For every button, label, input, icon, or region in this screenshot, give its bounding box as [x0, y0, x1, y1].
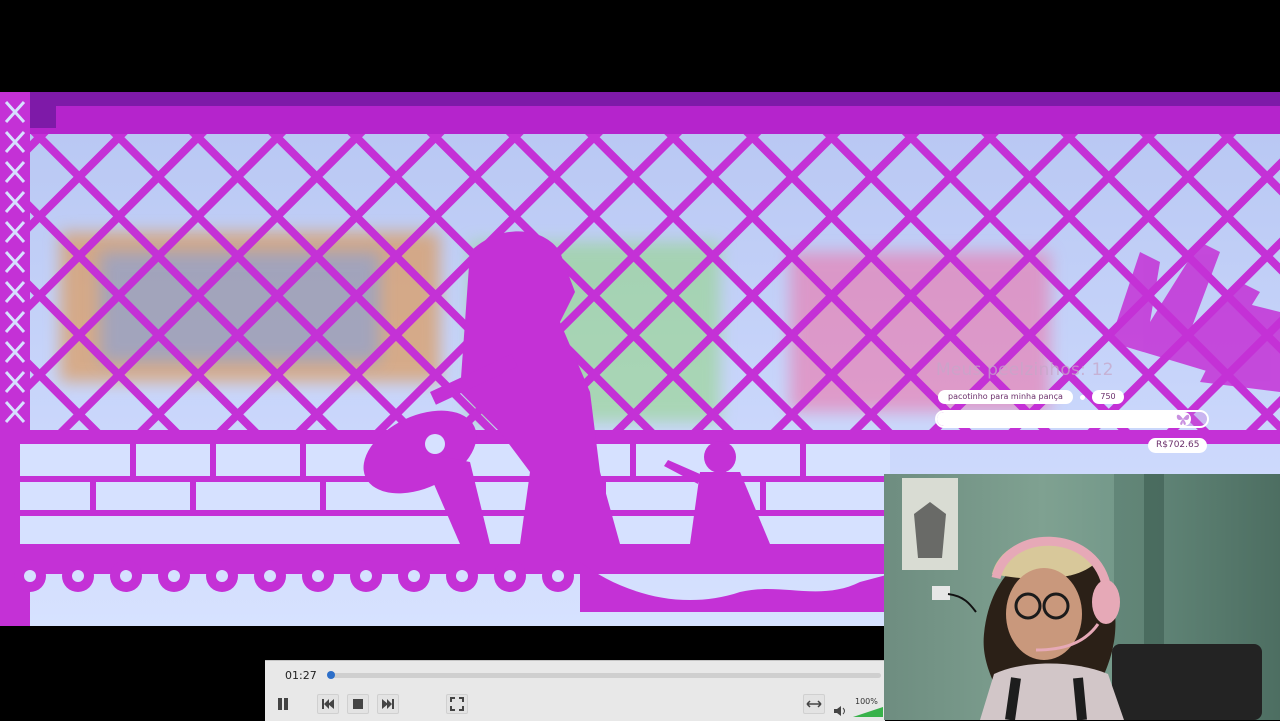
goal-separator-dot — [1080, 395, 1085, 400]
pause-icon — [278, 698, 288, 710]
skip-forward-icon — [382, 699, 394, 709]
goal-heading: Meus peelzinhos: 12 — [936, 360, 1114, 380]
goal-amount: R$702.65 — [1148, 438, 1208, 453]
seek-handle[interactable] — [327, 671, 335, 679]
streamer-webcam — [902, 474, 1280, 720]
fullscreen-button[interactable] — [446, 694, 468, 714]
pause-button[interactable] — [273, 694, 293, 714]
volume-slider[interactable] — [853, 707, 883, 717]
fullscreen-icon — [450, 697, 464, 711]
volume-level: 100% — [855, 697, 878, 706]
goal-progress-bar — [935, 410, 1209, 428]
butterfly-icon — [1176, 414, 1190, 425]
current-time: 01:27 — [285, 669, 317, 682]
skip-back-icon — [322, 699, 334, 709]
previous-button[interactable] — [317, 694, 339, 714]
donation-goal-widget: Meus peelzinhos: 12 pacotinho para minha… — [932, 360, 1222, 460]
stop-button[interactable] — [347, 694, 369, 714]
goal-target: 750 — [1092, 390, 1124, 404]
stop-icon — [353, 699, 363, 709]
goal-progress-fill — [937, 412, 1191, 426]
seek-bar[interactable] — [327, 671, 881, 679]
speaker-icon[interactable] — [833, 705, 847, 717]
player-controls: 01:27 100% — [265, 660, 885, 721]
next-button[interactable] — [377, 694, 399, 714]
goal-label: pacotinho para minha pança — [938, 390, 1073, 404]
aspect-button[interactable] — [803, 694, 825, 714]
webcam-feed — [884, 474, 1280, 720]
resize-horizontal-icon — [806, 700, 822, 708]
